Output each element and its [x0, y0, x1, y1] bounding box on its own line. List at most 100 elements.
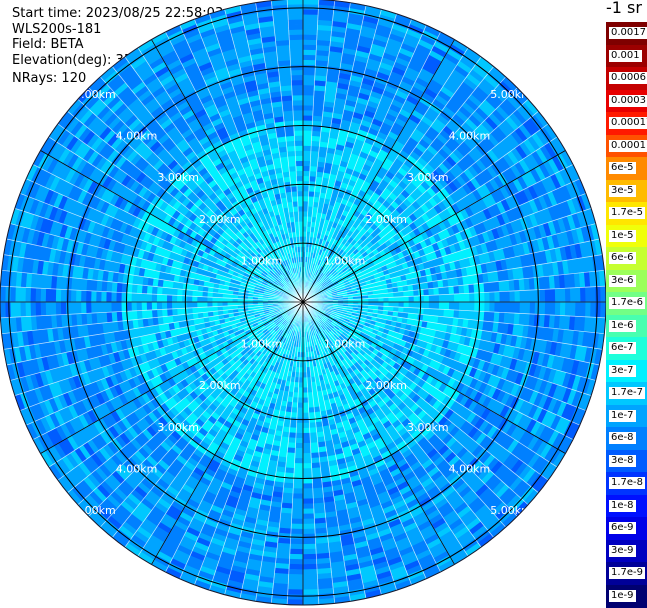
range-gate [297, 408, 303, 413]
range-gate [292, 514, 303, 519]
range-gate [520, 302, 525, 314]
range-gate [303, 589, 318, 594]
range-gate [303, 564, 317, 569]
range-gate [520, 290, 525, 302]
range-gate [309, 412, 315, 417]
range-gate [500, 302, 505, 313]
range-gate [374, 302, 379, 306]
range-gate [429, 309, 435, 316]
range-gate [434, 288, 440, 295]
range-gate [510, 291, 515, 302]
range-gate [303, 90, 314, 95]
range-gate [515, 291, 520, 302]
range-gate [303, 383, 307, 388]
range-gate [444, 287, 450, 295]
range-gate [295, 448, 303, 453]
range-gate [303, 524, 315, 529]
range-gate [303, 39, 317, 44]
range-gate [495, 292, 500, 302]
range-gate [303, 135, 312, 140]
range-gate [303, 484, 313, 489]
range-gate [294, 468, 303, 473]
range-gate [540, 289, 545, 302]
range-gate [570, 302, 575, 316]
range-gate [414, 296, 419, 302]
range-gate [292, 509, 303, 514]
range-gate [575, 302, 580, 317]
range-gate [292, 499, 303, 504]
range-gate [303, 463, 312, 468]
range-gate [480, 302, 485, 312]
range-gate [292, 397, 298, 402]
range-gate [290, 423, 297, 429]
range-gate [469, 293, 474, 302]
range-gate [585, 287, 590, 302]
range-gate [389, 302, 394, 307]
range-gate [303, 221, 307, 226]
range-gate [303, 186, 309, 191]
range-gate [303, 19, 318, 24]
range-gate [289, 433, 296, 439]
range-gate [309, 407, 315, 412]
range-gate [308, 402, 314, 407]
range-gate [303, 75, 315, 80]
range-gate [298, 388, 303, 393]
range-gate [429, 302, 434, 309]
range-gate [290, 554, 303, 559]
range-gate [510, 302, 515, 313]
range-gate [530, 290, 535, 302]
range-gate [288, 589, 303, 594]
range-gate [389, 297, 394, 302]
range-gate [303, 166, 310, 171]
range-gate [495, 302, 500, 312]
range-gate [296, 433, 303, 438]
range-gate [419, 289, 425, 296]
range-gate [398, 307, 403, 313]
range-gate [419, 296, 424, 302]
range-gate [287, 600, 303, 605]
range-gate [394, 302, 399, 307]
range-gate [485, 302, 490, 312]
range-gate [294, 463, 303, 468]
range-gate [298, 393, 303, 398]
range-gate [297, 413, 303, 418]
range-gate [308, 196, 314, 201]
range-gate [303, 514, 314, 519]
range-gate [585, 302, 590, 317]
range-gate [303, 191, 309, 196]
range-gate [374, 298, 379, 302]
range-gate [287, 453, 295, 459]
range-gate [289, 569, 303, 574]
range-gate [303, 433, 310, 438]
range-gate [459, 294, 464, 302]
range-gate [384, 298, 389, 302]
range-gate [308, 397, 314, 402]
range-gate [309, 176, 316, 182]
range-gate [296, 438, 303, 443]
range-gate [303, 130, 312, 135]
range-gate [464, 302, 469, 311]
range-gate [290, 544, 303, 549]
range-gate [303, 494, 313, 499]
range-gate [404, 302, 409, 308]
range-gate [303, 458, 311, 463]
range-gate [309, 181, 316, 187]
range-gate [303, 161, 310, 166]
range-gate [525, 290, 530, 302]
range-gate [303, 151, 311, 156]
range-gate [310, 428, 317, 434]
range-gate [303, 388, 308, 393]
range-gate [292, 402, 298, 407]
range-gate [295, 443, 303, 448]
range-gate [303, 44, 316, 49]
range-gate [298, 398, 303, 403]
range-gate [290, 418, 297, 424]
range-gate [289, 564, 303, 569]
range-gate [590, 287, 595, 302]
range-gate [424, 302, 429, 309]
range-gate [303, 519, 315, 524]
range-gate [310, 156, 318, 162]
range-gate [303, 539, 316, 544]
range-gate [444, 309, 450, 317]
range-gate [505, 291, 510, 302]
